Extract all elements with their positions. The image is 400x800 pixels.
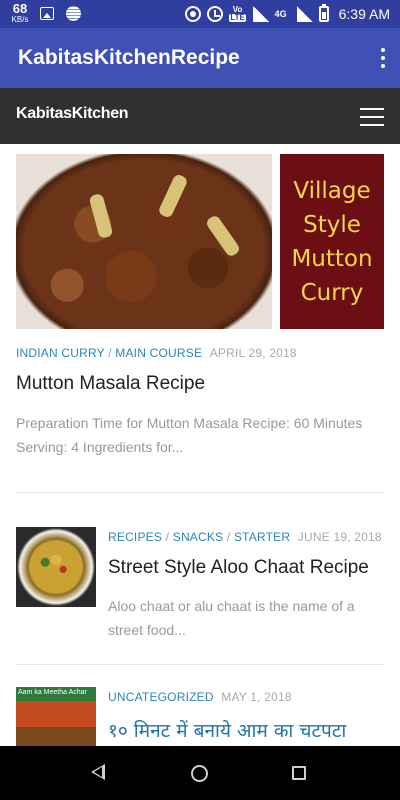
globe-notification-icon <box>66 6 81 21</box>
recent-apps-icon[interactable] <box>292 766 306 780</box>
post-excerpt: Aloo chaat or alu chaat is the name of a… <box>108 594 388 642</box>
post-date: APRIL 29, 2018 <box>209 346 297 360</box>
post-thumbnail[interactable]: Aam ka Meetha Achar <box>16 687 96 746</box>
post-excerpt-line: Aloo chaat or alu chaat is the name of a <box>108 598 355 614</box>
post-title[interactable]: १० मिनट में बनाये आम का चटपटा <box>108 717 346 743</box>
network-speed: 68 KB/s <box>8 2 32 24</box>
category-link[interactable]: RECIPES <box>108 530 162 544</box>
overflow-menu-button[interactable] <box>380 48 386 68</box>
status-bar: 68 KB/s Vo LTE 4G 6:39 AM <box>0 0 400 28</box>
battery-icon <box>318 4 329 22</box>
post-divider <box>16 664 384 665</box>
system-navigation-bar <box>0 746 400 800</box>
app-title: KabitasKitchenRecipe <box>18 46 240 69</box>
category-link[interactable]: STARTER <box>234 530 290 544</box>
home-icon[interactable] <box>191 765 208 782</box>
category-separator: / <box>165 530 170 544</box>
more-vert-icon-dot <box>381 64 385 68</box>
site-header: KabitasKitchen <box>0 88 400 144</box>
signal-icon <box>252 6 269 22</box>
category-link[interactable]: SNACKS <box>173 530 224 544</box>
featured-post-image[interactable]: Village Style Mutton Curry <box>16 154 384 329</box>
hotspot-icon <box>184 6 201 22</box>
featured-image-caption: Village Style Mutton Curry <box>280 154 384 329</box>
post-divider <box>16 492 384 493</box>
signal-icon-secondary <box>296 6 313 22</box>
volte-icon: Vo LTE <box>229 6 247 22</box>
status-time: 6:39 AM <box>338 6 390 22</box>
category-separator: / <box>108 346 112 360</box>
post-excerpt: Preparation Time for Mutton Masala Recip… <box>16 411 386 459</box>
post-meta: INDIAN CURRY / MAIN COURSE APRIL 29, 201… <box>16 346 297 360</box>
post-thumbnail[interactable] <box>16 527 96 607</box>
featured-image-caption-text: Village Style Mutton Curry <box>291 177 373 306</box>
category-link[interactable]: UNCATEGORIZED <box>108 690 214 704</box>
network-type-label: 4G <box>274 9 287 19</box>
network-speed-unit: KB/s <box>11 15 29 24</box>
alarm-icon <box>206 6 223 22</box>
more-vert-icon <box>381 48 385 52</box>
bone-shape <box>157 173 189 219</box>
lte-label: LTE <box>229 13 246 22</box>
post-meta: RECIPES / SNACKS / STARTER JUNE 19, 2018 <box>108 530 382 544</box>
thumbnail-caption: Aam ka Meetha Achar <box>18 689 87 696</box>
post-meta: UNCATEGORIZED MAY 1, 2018 <box>108 690 292 704</box>
back-icon[interactable] <box>91 764 105 780</box>
menu-icon-bar <box>360 124 384 126</box>
post-title[interactable]: Mutton Masala Recipe <box>16 373 205 395</box>
category-link[interactable]: INDIAN CURRY <box>16 346 105 360</box>
app-bar: KabitasKitchenRecipe <box>0 28 400 88</box>
site-logo[interactable]: KabitasKitchen <box>16 105 129 123</box>
post-excerpt-line: Preparation Time for Mutton Masala Recip… <box>16 415 363 431</box>
post-date: JUNE 19, 2018 <box>297 530 382 544</box>
post-date: MAY 1, 2018 <box>221 690 292 704</box>
post-title[interactable]: Street Style Aloo Chaat Recipe <box>108 557 369 579</box>
bone-shape <box>88 192 114 240</box>
menu-icon <box>360 108 384 110</box>
post-list: Village Style Mutton Curry INDIAN CURRY … <box>0 144 400 746</box>
category-separator: / <box>226 530 231 544</box>
network-speed-value: 68 <box>12 1 28 16</box>
mutton-curry-photo <box>16 154 272 329</box>
bone-shape <box>204 213 242 259</box>
image-notification-icon <box>40 7 54 20</box>
hamburger-menu-button[interactable] <box>360 108 384 126</box>
post-excerpt-line: street food... <box>108 622 186 638</box>
more-vert-icon-dot <box>381 56 385 60</box>
post-excerpt-line: Serving: 4 Ingredients for... <box>16 439 184 455</box>
menu-icon-bar <box>360 116 384 118</box>
category-link[interactable]: MAIN COURSE <box>115 346 202 360</box>
